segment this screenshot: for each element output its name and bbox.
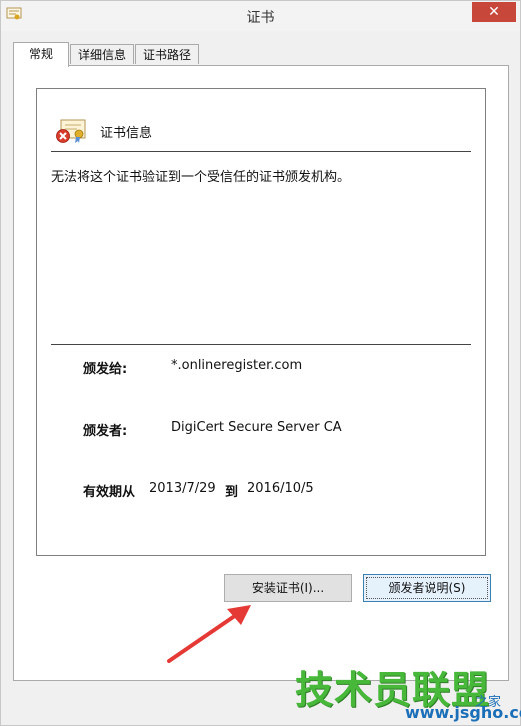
issued-to-label: 颁发给: bbox=[83, 362, 128, 377]
validity-from-value: 2013/7/29 bbox=[149, 481, 216, 496]
validity-to-value: 2016/10/5 bbox=[247, 481, 314, 496]
certificate-error-icon bbox=[56, 119, 86, 143]
divider bbox=[51, 344, 471, 345]
tab-label: 常规 bbox=[28, 47, 53, 61]
window-title: 证书 bbox=[246, 10, 275, 26]
close-button[interactable]: ✕ bbox=[472, 2, 516, 22]
certificate-info-box: 证书信息 无法将这个证书验证到一个受信任的证书颁发机构。 颁发给: *.onli… bbox=[36, 88, 486, 556]
watermark-url: www.jsgho.com bbox=[405, 703, 521, 722]
tab-certification-path[interactable]: 证书路径 bbox=[135, 44, 199, 64]
issuer-statement-button[interactable]: 颁发者说明(S) bbox=[363, 574, 491, 602]
general-tab-panel: 证书信息 无法将这个证书验证到一个受信任的证书颁发机构。 颁发给: *.onli… bbox=[13, 65, 509, 681]
issued-by-value: DigiCert Secure Server CA bbox=[171, 420, 342, 435]
validity-to-label: 到 bbox=[225, 485, 239, 500]
focus-ring bbox=[366, 577, 488, 599]
watermark: 技术员联盟 之家 www.jsgho.com bbox=[295, 659, 521, 725]
tab-label: 证书路径 bbox=[142, 48, 191, 62]
divider bbox=[51, 151, 471, 152]
issued-to-value: *.onlineregister.com bbox=[171, 358, 303, 373]
close-icon: ✕ bbox=[488, 4, 500, 20]
install-certificate-label: 安装证书(I)... bbox=[251, 581, 325, 595]
validation-warning: 无法将这个证书验证到一个受信任的证书颁发机构。 bbox=[51, 170, 351, 185]
certificate-window: 证书 ✕ 常规 详细信息 证书路径 证书信息 无法将这个证书验证到一个受信任的证… bbox=[0, 0, 521, 726]
tab-general[interactable]: 常规 bbox=[13, 42, 69, 67]
red-arrow-icon bbox=[167, 605, 251, 663]
tab-details[interactable]: 详细信息 bbox=[70, 44, 134, 64]
validity-from-label: 有效期从 bbox=[83, 485, 136, 500]
tab-label: 详细信息 bbox=[77, 48, 126, 62]
issued-by-label: 颁发者: bbox=[83, 424, 128, 439]
section-title: 证书信息 bbox=[100, 126, 153, 141]
title-bar: 证书 ✕ bbox=[1, 1, 520, 31]
